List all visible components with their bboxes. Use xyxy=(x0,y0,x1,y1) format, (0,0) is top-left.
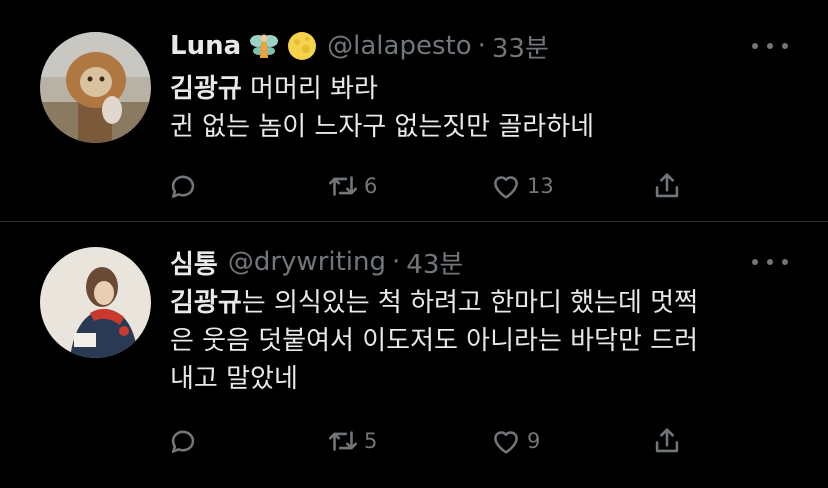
tweet-text: 김광규는 의식있는 척 하려고 한마디 했는데 멋쩍 은 웃음 덧붙여서 이도저… xyxy=(170,284,800,398)
mention-text: 김광규 xyxy=(170,288,242,318)
separator-dot: · xyxy=(392,247,401,277)
share-icon xyxy=(655,173,679,198)
tweet-time[interactable]: 43분 xyxy=(406,244,463,281)
tweet-time[interactable]: 33분 xyxy=(492,28,549,65)
like-icon xyxy=(494,431,518,454)
separator-dot: · xyxy=(477,31,486,61)
reply-icon xyxy=(171,175,195,198)
author-handle[interactable]: @lalapesto xyxy=(327,31,471,61)
retweet-button[interactable]: 6 xyxy=(326,168,377,204)
tweet-text-line: 는 의식있는 척 하려고 한마디 했는데 멋쩍 xyxy=(241,288,698,318)
full-moon-emoji xyxy=(287,31,317,61)
tweet-header: Luna @lalapesto · 33분 xyxy=(170,28,549,64)
mention-text: 김광규 xyxy=(170,74,242,104)
tweet-text-line: 은 웃음 덧붙여서 이도저도 아니라는 바닥만 드러 xyxy=(170,326,698,356)
avatar[interactable] xyxy=(40,247,151,358)
reply-button[interactable] xyxy=(166,423,200,459)
share-icon xyxy=(655,428,679,453)
tweet-text-line: 머머리 봐라 xyxy=(241,74,378,104)
tweet[interactable]: Luna @lalapesto · 33분 김광규 머머리 봐라 귄 없는 놈이… xyxy=(0,0,828,221)
more-icon[interactable] xyxy=(752,36,788,56)
fairy-emoji xyxy=(249,31,279,61)
retweet-count: 6 xyxy=(364,174,378,198)
tweet-text: 김광규 머머리 봐라 귄 없는 놈이 느자구 없는짓만 골라하네 xyxy=(170,70,800,146)
more-icon[interactable] xyxy=(752,252,788,272)
tweet-header: 심통 @drywriting · 43분 xyxy=(170,244,463,280)
retweet-button[interactable]: 5 xyxy=(326,423,377,459)
tweet-actions: 6 13 xyxy=(166,168,706,204)
author-handle[interactable]: @drywriting xyxy=(228,247,386,277)
share-button[interactable] xyxy=(650,168,684,204)
tweet[interactable]: 심통 @drywriting · 43분 김광규는 의식있는 척 하려고 한마디… xyxy=(0,222,828,488)
tweet-text-line: 귄 없는 놈이 느자구 없는짓만 골라하네 xyxy=(170,112,595,142)
tweet-text-line: 내고 말았네 xyxy=(170,364,298,394)
share-button[interactable] xyxy=(650,423,684,459)
like-count: 13 xyxy=(527,174,554,198)
author-name[interactable]: 심통 xyxy=(170,244,218,281)
like-icon xyxy=(494,176,518,199)
avatar[interactable] xyxy=(40,32,151,143)
reply-button[interactable] xyxy=(166,168,200,204)
reply-icon xyxy=(171,430,195,453)
retweet-icon xyxy=(328,431,358,451)
retweet-icon xyxy=(328,176,358,196)
like-button[interactable]: 9 xyxy=(489,423,540,459)
author-name[interactable]: Luna xyxy=(170,31,241,61)
like-button[interactable]: 13 xyxy=(489,168,554,204)
tweet-actions: 5 9 xyxy=(166,423,706,459)
like-count: 9 xyxy=(527,429,541,453)
retweet-count: 5 xyxy=(364,429,378,453)
